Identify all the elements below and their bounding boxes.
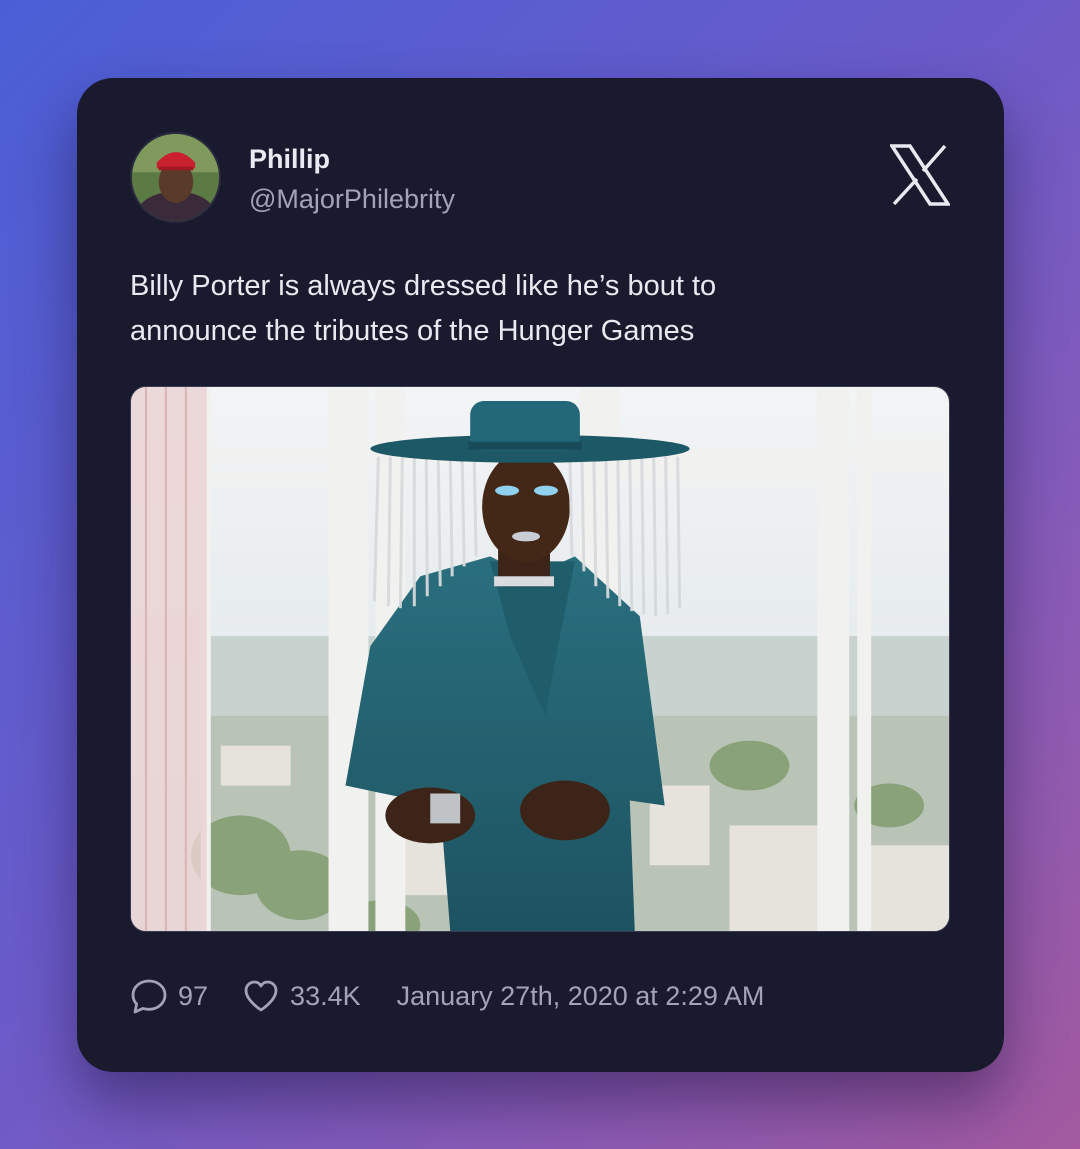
author-name[interactable]: Phillip bbox=[249, 144, 330, 175]
photo-person-in-fringe-hat bbox=[131, 387, 949, 931]
speech-bubble-icon bbox=[131, 979, 167, 1014]
author-handle[interactable]: @MajorPhilebrity bbox=[249, 184, 455, 215]
avatar[interactable] bbox=[130, 132, 221, 223]
tweet-card: Phillip @MajorPhilebrity Billy Porter is… bbox=[77, 78, 1004, 1072]
tweet-timestamp[interactable]: January 27th, 2020 at 2:29 AM bbox=[397, 981, 765, 1012]
avatar-photo bbox=[132, 134, 219, 221]
tweet-image[interactable] bbox=[130, 386, 950, 932]
heart-icon bbox=[244, 980, 278, 1012]
x-logo-icon[interactable] bbox=[888, 144, 952, 206]
reply-button[interactable]: 97 bbox=[130, 977, 208, 1015]
tweet-text: Billy Porter is always dressed like he’s… bbox=[130, 270, 717, 347]
tweet-footer: 97 33.4K January 27th, 2020 at 2:29 AM bbox=[130, 976, 764, 1016]
like-count: 33.4K bbox=[290, 980, 361, 1011]
like-button[interactable]: 33.4K bbox=[242, 977, 361, 1015]
reply-count: 97 bbox=[178, 980, 209, 1011]
